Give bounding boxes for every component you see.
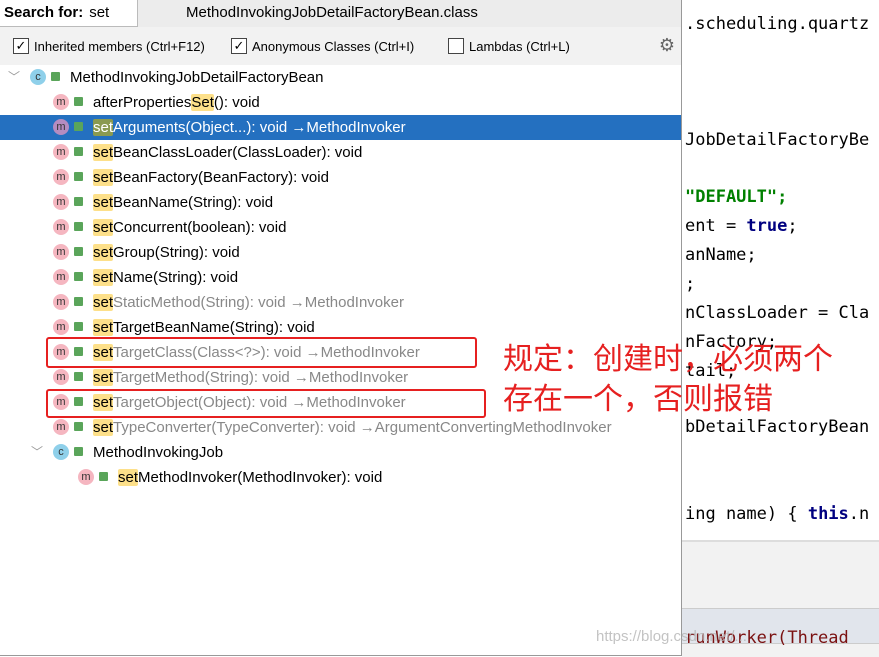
public-lock-icon	[74, 247, 83, 256]
tree-method-item[interactable]: m afterPropertiesSet(): void	[0, 90, 681, 115]
popup-title: MethodInvokingJobDetailFactoryBean.class	[186, 4, 478, 21]
tree-item-label: setBeanFactory(BeanFactory): void	[93, 169, 329, 186]
class-icon: c	[30, 69, 46, 85]
anonymous-classes-checkbox[interactable]: ✓ Anonymous Classes (Ctrl+I)	[231, 38, 414, 54]
search-label: Search for:	[4, 4, 84, 21]
tree-method-item[interactable]: m setMethodInvoker(MethodInvoker): void	[0, 465, 681, 490]
tree-method-item[interactable]: m setConcurrent(boolean): void	[0, 215, 681, 240]
public-lock-icon	[74, 197, 83, 206]
tree-item-label: afterPropertiesSet(): void	[93, 94, 260, 111]
public-lock-icon	[74, 372, 83, 381]
search-input[interactable]: set	[89, 4, 109, 21]
annotation-text: 规定：创建时，必须两个 存在一个，否则报错	[503, 342, 833, 417]
annotation-box	[46, 389, 486, 418]
tree-item-label: MethodInvokingJob	[93, 444, 224, 461]
code-line: ;	[685, 274, 696, 294]
tree-item-label: setMethodInvoker(MethodInvoker): void	[118, 469, 383, 486]
code-editor[interactable]: .scheduling.quartz JobDetailFactoryBe "D…	[682, 0, 879, 657]
method-icon: m	[53, 119, 69, 135]
code-line: ent = true;	[685, 216, 798, 236]
tree-item-label: setBeanName(String): void	[93, 194, 274, 211]
popup-header: Search for: set MethodInvokingJobDetailFa…	[0, 0, 681, 27]
public-lock-icon	[74, 222, 83, 231]
public-lock-icon	[74, 147, 83, 156]
tree-class-item[interactable]: ﹀ c MethodInvokingJob	[0, 440, 681, 465]
tree-item-label: MethodInvokingJobDetailFactoryBean	[70, 69, 324, 86]
code-line: ing name) { this.n	[685, 504, 870, 524]
method-icon: m	[53, 269, 69, 285]
inherited-members-checkbox[interactable]: ✓ Inherited members (Ctrl+F12)	[13, 38, 205, 54]
tree-item-label: setStaticMethod(String): void →MethodInv…	[93, 294, 404, 311]
code-line: anName;	[685, 245, 757, 265]
tree-method-item[interactable]: m setBeanFactory(BeanFactory): void	[0, 165, 681, 190]
chevron-down-icon[interactable]: ﹀	[31, 440, 43, 465]
public-lock-icon	[74, 322, 83, 331]
gear-icon[interactable]: ⚙	[659, 35, 675, 56]
tree-method-item[interactable]: m setArguments(Object...): void →MethodIn…	[0, 115, 681, 140]
chevron-down-icon[interactable]: ﹀	[8, 65, 20, 90]
method-icon: m	[53, 94, 69, 110]
method-icon: m	[53, 369, 69, 385]
method-icon: m	[53, 319, 69, 335]
tree-item-label: setTargetMethod(String): void →MethodInv…	[93, 369, 409, 386]
tree-item-label: setBeanClassLoader(ClassLoader): void	[93, 144, 363, 161]
code-line: .scheduling.quartz	[685, 14, 870, 34]
public-lock-icon	[51, 72, 60, 81]
public-lock-icon	[74, 297, 83, 306]
public-lock-icon	[74, 272, 83, 281]
public-lock-icon	[74, 172, 83, 181]
tree-method-item[interactable]: m setStaticMethod(String): void →MethodIn…	[0, 290, 681, 315]
search-field[interactable]: Search for: set	[0, 0, 138, 27]
watermark: https://blog.csdn.net/...	[596, 628, 747, 645]
options-bar: ✓ Inherited members (Ctrl+F12) ✓ Anonymous…	[0, 27, 681, 65]
public-lock-icon	[74, 422, 83, 431]
method-icon: m	[53, 219, 69, 235]
tree-item-label: setName(String): void	[93, 269, 239, 286]
method-icon: m	[53, 244, 69, 260]
method-icon: m	[53, 419, 69, 435]
tree-method-item[interactable]: m setGroup(String): void	[0, 240, 681, 265]
class-icon: c	[53, 444, 69, 460]
tree-item-label: setGroup(String): void	[93, 244, 240, 261]
tree-item-label: setArguments(Object...): void →MethodInv…	[93, 119, 406, 136]
method-icon: m	[53, 144, 69, 160]
code-line: JobDetailFactoryBe	[685, 130, 870, 150]
lambdas-checkbox[interactable]: Lambdas (Ctrl+L)	[448, 38, 570, 54]
method-icon: m	[53, 294, 69, 310]
code-line: nClassLoader = Cla	[685, 303, 870, 323]
tree-method-item[interactable]: m setName(String): void	[0, 265, 681, 290]
tree-class-item[interactable]: ﹀ c MethodInvokingJobDetailFactoryBean	[0, 65, 681, 90]
method-icon: m	[53, 194, 69, 210]
file-structure-popup: Search for: set MethodInvokingJobDetailFa…	[0, 0, 682, 656]
tree-method-item[interactable]: m setBeanClassLoader(ClassLoader): void	[0, 140, 681, 165]
method-icon: m	[78, 469, 94, 485]
tree-method-item[interactable]: m setBeanName(String): void	[0, 190, 681, 215]
public-lock-icon	[74, 122, 83, 131]
tree-item-label: setConcurrent(boolean): void	[93, 219, 287, 236]
public-lock-icon	[74, 97, 83, 106]
annotation-box	[46, 337, 477, 368]
public-lock-icon	[99, 472, 108, 481]
method-icon: m	[53, 169, 69, 185]
public-lock-icon	[74, 447, 83, 456]
code-line: "DEFAULT";	[685, 187, 788, 207]
code-line: bDetailFactoryBean	[685, 417, 870, 437]
